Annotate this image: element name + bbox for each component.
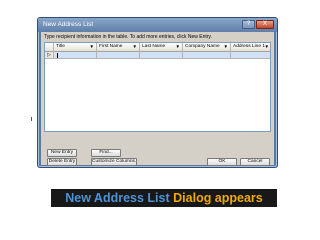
new-address-list-dialog: New Address List ? X Type recipient info… [37, 17, 278, 168]
column-dropdown-icon[interactable]: ▼ [133, 43, 137, 51]
column-header-address-line-1[interactable]: Address Line 1 ▼ [231, 43, 270, 52]
row-header-corner [45, 43, 54, 52]
column-header-title[interactable]: Title ▼ [54, 43, 97, 52]
ok-button[interactable]: OK [207, 158, 237, 166]
column-header-label: Title [56, 44, 65, 49]
dialog-body: Type recipient information in the table.… [41, 32, 274, 166]
table-cell-first-name[interactable] [97, 52, 140, 59]
column-dropdown-icon[interactable]: ▼ [90, 43, 94, 51]
column-header-first-name[interactable]: First Name ▼ [97, 43, 140, 52]
column-header-company-name[interactable]: Company Name ▼ [183, 43, 231, 52]
current-row-indicator-icon[interactable]: ▷ [45, 52, 54, 59]
new-entry-button[interactable]: New Entry [47, 149, 77, 157]
table-cell-last-name[interactable] [140, 52, 183, 59]
slide-caption: New Address List Dialog appears [50, 188, 278, 208]
close-button[interactable]: X [256, 20, 274, 29]
caption-part-1: New Address List [65, 191, 170, 205]
table-header: Title ▼ First Name ▼ Last Name ▼ Company… [45, 43, 270, 52]
column-dropdown-icon[interactable]: ▼ [224, 43, 228, 51]
column-header-label: Address Line 1 [233, 44, 265, 49]
table-cell-company-name[interactable] [183, 52, 231, 59]
instructions-text: Type recipient information in the table.… [44, 34, 212, 40]
stray-mark [31, 117, 32, 121]
column-dropdown-icon[interactable]: ▼ [265, 43, 269, 51]
column-header-label: First Name [99, 44, 123, 49]
delete-entry-button[interactable]: Delete Entry [47, 158, 77, 166]
title-bar[interactable]: New Address List ? X [38, 18, 277, 32]
column-header-last-name[interactable]: Last Name ▼ [140, 43, 183, 52]
text-cursor [57, 53, 58, 58]
column-header-label: Company Name [185, 44, 220, 49]
address-table[interactable]: Title ▼ First Name ▼ Last Name ▼ Company… [44, 42, 271, 132]
table-cell-title[interactable] [54, 52, 97, 59]
caption-part-2: Dialog appears [173, 191, 263, 205]
dialog-title: New Address List [43, 21, 94, 28]
help-button[interactable]: ? [242, 20, 255, 29]
column-header-label: Last Name [142, 44, 166, 49]
column-dropdown-icon[interactable]: ▼ [176, 43, 180, 51]
find-button[interactable]: Find... [91, 149, 121, 157]
customize-columns-button[interactable]: Customize Columns... [91, 158, 137, 166]
cancel-button[interactable]: Cancel [240, 158, 270, 166]
